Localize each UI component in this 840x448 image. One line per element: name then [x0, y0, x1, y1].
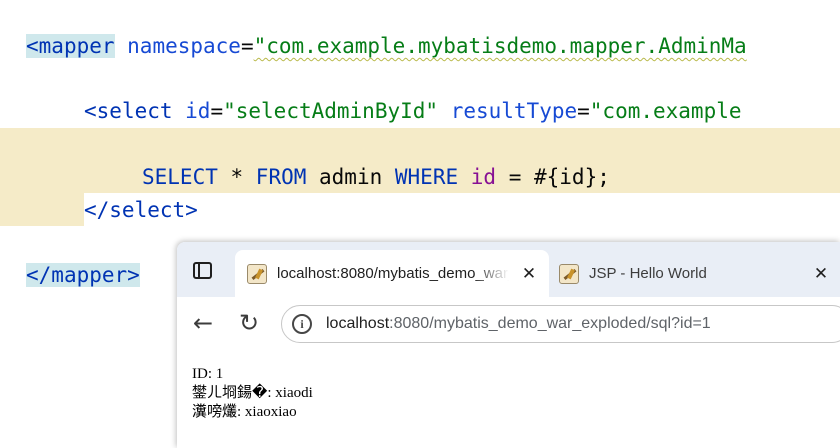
sql-param: = #{id};: [496, 165, 610, 189]
result-type-attr: resultType: [438, 99, 578, 123]
sql-table: admin: [306, 165, 395, 189]
sql-star: *: [217, 165, 256, 189]
code-line-mapper-open: <mapper namespace="com.example.mybatisde…: [26, 30, 747, 63]
sql-id-column: id: [470, 165, 497, 189]
select-id-eq: =: [210, 99, 224, 123]
mapper-open-tag: mapper: [38, 34, 115, 58]
select-open-tag: select: [96, 99, 173, 123]
namespace-value: "com.example.mybatisdemo.mapper.AdminMa: [253, 34, 747, 58]
sql-space: [458, 165, 471, 189]
mapper-open-bracket: <: [26, 34, 39, 58]
close-tab-icon[interactable]: ✕: [517, 262, 541, 286]
select-open-bracket: <: [84, 99, 97, 123]
page-content: ID: 1 鐢ㄦ埛鍚�: xiaodi 瀵嗙爜: xiaoxiao: [177, 349, 840, 448]
code-line-select-open: <select id="selectAdminById" resultType=…: [84, 95, 742, 128]
close-tab-icon[interactable]: ✕: [809, 262, 833, 286]
browser-toolbar: ← ↻ i localhost:8080/mybatis_demo_war_ex…: [177, 297, 840, 349]
tomcat-favicon-icon: [559, 264, 579, 284]
result-type-value: "com.example: [589, 99, 742, 123]
tab-sql-page[interactable]: localhost:8080/mybatis_demo_war_exploded…: [235, 250, 549, 297]
back-arrow-icon[interactable]: ←: [189, 309, 217, 337]
reload-icon[interactable]: ↻: [235, 309, 263, 337]
tab-strip: localhost:8080/mybatis_demo_war_exploded…: [177, 242, 840, 297]
tab-hello-world[interactable]: JSP - Hello World ✕: [553, 250, 833, 297]
tab-title: localhost:8080/mybatis_demo_war_exploded…: [277, 265, 509, 282]
namespace-eq: =: [240, 34, 254, 58]
tomcat-favicon-icon: [247, 264, 267, 284]
select-id-attr: id: [172, 99, 211, 123]
code-line-mapper-close: </mapper>: [26, 259, 140, 292]
sql-where-kw: WHERE: [394, 165, 459, 189]
url-path: :8080/mybatis_demo_war_exploded/sql?id=1: [389, 315, 711, 332]
mapper-close-gt: >: [127, 263, 140, 287]
site-info-icon[interactable]: i: [292, 314, 312, 334]
sql-from-kw: FROM: [255, 165, 307, 189]
output-line-password: 瀵嗙爜: xiaoxiao: [192, 404, 297, 420]
code-line-select-close: </select>: [84, 198, 198, 222]
block-highlight: [0, 193, 84, 226]
output-line-username: 鐢ㄦ埛鍚�: xiaodi: [192, 385, 313, 401]
result-type-eq: =: [577, 99, 590, 123]
url-text[interactable]: localhost:8080/mybatis_demo_war_exploded…: [326, 306, 711, 342]
output-line-id: ID: 1: [192, 366, 224, 382]
code-line-sql: SELECT * FROM admin WHERE id = #{id};: [142, 161, 610, 194]
namespace-attr: namespace: [114, 34, 241, 58]
browser-window: localhost:8080/mybatis_demo_war_exploded…: [177, 242, 840, 448]
url-host: localhost: [326, 315, 390, 332]
mapper-close-bracket: </: [26, 263, 52, 287]
sql-select-kw: SELECT: [142, 165, 218, 189]
select-id-value: "selectAdminById": [223, 99, 439, 123]
mapper-close-tag: mapper: [51, 263, 128, 287]
tab-actions-icon[interactable]: [191, 260, 215, 282]
tab-title: JSP - Hello World: [589, 265, 707, 282]
address-bar[interactable]: i localhost:8080/mybatis_demo_war_explod…: [281, 305, 840, 343]
